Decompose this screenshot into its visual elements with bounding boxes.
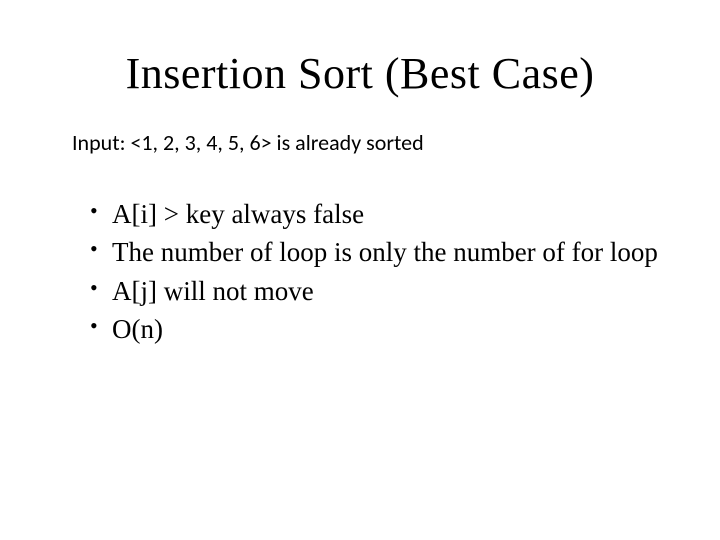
list-item: O(n) (90, 311, 660, 347)
input-line: Input: <1, 2, 3, 4, 5, 6> is already sor… (72, 129, 660, 156)
list-item: The number of loop is only the number of… (90, 234, 660, 270)
slide-title: Insertion Sort (Best Case) (60, 48, 660, 99)
list-item: A[i] > key always false (90, 196, 660, 232)
list-item: A[j] will not move (90, 273, 660, 309)
bullet-list: A[i] > key always false The number of lo… (60, 196, 660, 348)
slide: Insertion Sort (Best Case) Input: <1, 2,… (0, 0, 720, 540)
